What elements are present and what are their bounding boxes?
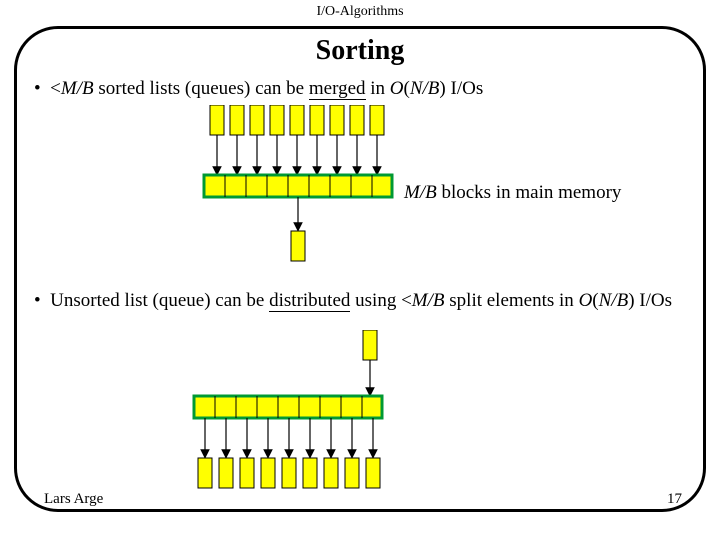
footer-page: 17 bbox=[667, 491, 682, 508]
bullet-merge: • <M/B sorted lists (queues) can be merg… bbox=[34, 78, 483, 100]
o: O bbox=[390, 78, 404, 99]
txt: sorted lists (queues) can be bbox=[94, 78, 309, 99]
slide: I/O-Algorithms Sorting • <M/B sorted lis… bbox=[0, 0, 720, 540]
o: O bbox=[579, 290, 593, 311]
mb: M/B bbox=[61, 78, 94, 99]
merge-memory-bar bbox=[204, 175, 392, 197]
txt: Unsorted list (queue) can be bbox=[50, 290, 269, 311]
nb: N/B bbox=[410, 78, 440, 99]
txt: in bbox=[366, 78, 390, 99]
txt: < bbox=[50, 78, 61, 99]
word-merged: merged bbox=[309, 78, 366, 100]
merge-arrows-in bbox=[217, 135, 377, 171]
dist-memory-bar bbox=[194, 396, 382, 418]
bullet-dot: • bbox=[34, 290, 41, 311]
dist-bottom-blocks bbox=[198, 458, 380, 488]
txt: ) I/Os bbox=[628, 290, 672, 311]
dist-arrows-out bbox=[205, 418, 373, 454]
mb: M/B bbox=[412, 290, 445, 311]
memory-label: M/B blocks in main memory bbox=[404, 182, 621, 204]
txt: using < bbox=[350, 290, 411, 311]
distribute-diagram bbox=[190, 330, 410, 500]
mb: M/B bbox=[404, 182, 437, 203]
merge-diagram bbox=[200, 105, 420, 275]
header-subtitle: I/O-Algorithms bbox=[0, 4, 720, 20]
txt: ) I/Os bbox=[439, 78, 483, 99]
bullet-dot: • bbox=[34, 78, 41, 99]
nb: N/B bbox=[599, 290, 629, 311]
txt: blocks in main memory bbox=[437, 182, 622, 203]
bullet-distribute: • Unsorted list (queue) can be distribut… bbox=[34, 290, 686, 312]
slide-title: Sorting bbox=[0, 35, 720, 67]
footer-author: Lars Arge bbox=[44, 491, 103, 508]
merge-top-blocks bbox=[210, 105, 384, 135]
txt: split elements in bbox=[445, 290, 579, 311]
word-distributed: distributed bbox=[269, 290, 350, 312]
dist-input-block bbox=[363, 330, 377, 360]
merge-output-block bbox=[291, 231, 305, 261]
